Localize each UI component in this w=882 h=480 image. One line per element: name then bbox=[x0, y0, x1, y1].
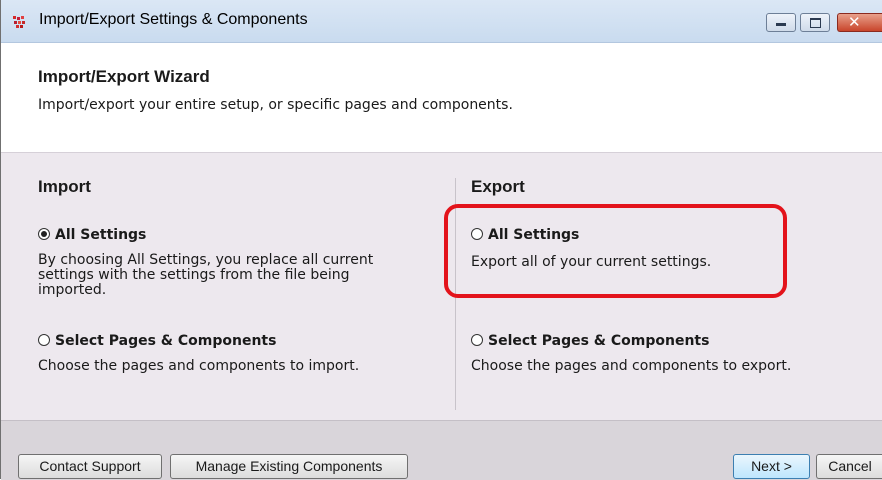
wizard-header: Import/Export Wizard Import/export your … bbox=[1, 43, 882, 152]
minimize-button[interactable] bbox=[766, 13, 796, 32]
highlight-box bbox=[444, 204, 787, 298]
close-button[interactable]: ✕ bbox=[837, 13, 882, 32]
window-title: Import/Export Settings & Components bbox=[39, 11, 308, 28]
next-button[interactable]: Next > bbox=[733, 454, 810, 479]
import-select-pages-radio[interactable]: Select Pages & Components bbox=[38, 333, 276, 349]
import-all-settings-radio[interactable]: All Settings bbox=[38, 227, 146, 243]
maximize-icon bbox=[810, 18, 821, 28]
cancel-button[interactable]: Cancel bbox=[816, 454, 882, 479]
close-icon: ✕ bbox=[848, 13, 861, 31]
import-select-pages-label: Select Pages & Components bbox=[55, 333, 277, 349]
app-icon bbox=[13, 16, 25, 28]
radio-unchecked-icon[interactable] bbox=[471, 334, 483, 346]
contact-support-button[interactable]: Contact Support bbox=[18, 454, 162, 479]
radio-checked-icon[interactable] bbox=[38, 228, 50, 240]
wizard-subtitle: Import/export your entire setup, or spec… bbox=[38, 97, 513, 113]
maximize-button[interactable] bbox=[800, 13, 830, 32]
description-line: settings with the settings from the file… bbox=[38, 267, 350, 283]
export-heading: Export bbox=[471, 177, 525, 196]
import-select-pages-description: Choose the pages and components to impor… bbox=[38, 358, 360, 374]
manage-components-button[interactable]: Manage Existing Components bbox=[170, 454, 408, 479]
minimize-icon bbox=[776, 23, 786, 26]
radio-unchecked-icon[interactable] bbox=[38, 334, 50, 346]
description-line: By choosing All Settings, you replace al… bbox=[38, 252, 374, 268]
export-select-pages-description: Choose the pages and components to expor… bbox=[471, 358, 792, 374]
import-heading: Import bbox=[38, 177, 91, 196]
import-all-settings-label: All Settings bbox=[55, 227, 147, 243]
import-export-window: Import/Export Settings & Components ✕ Im… bbox=[0, 0, 882, 480]
export-select-pages-radio[interactable]: Select Pages & Components bbox=[471, 333, 709, 349]
title-bar[interactable]: Import/Export Settings & Components ✕ bbox=[1, 0, 882, 43]
wizard-title: Import/Export Wizard bbox=[38, 67, 210, 86]
export-select-pages-label: Select Pages & Components bbox=[488, 333, 710, 349]
footer-bar: Contact Support Manage Existing Componen… bbox=[1, 420, 882, 480]
options-panel: Import All Settings By choosing All Sett… bbox=[1, 152, 882, 421]
import-all-settings-description: By choosing All Settings, you replace al… bbox=[38, 253, 373, 298]
description-line: imported. bbox=[38, 282, 107, 298]
